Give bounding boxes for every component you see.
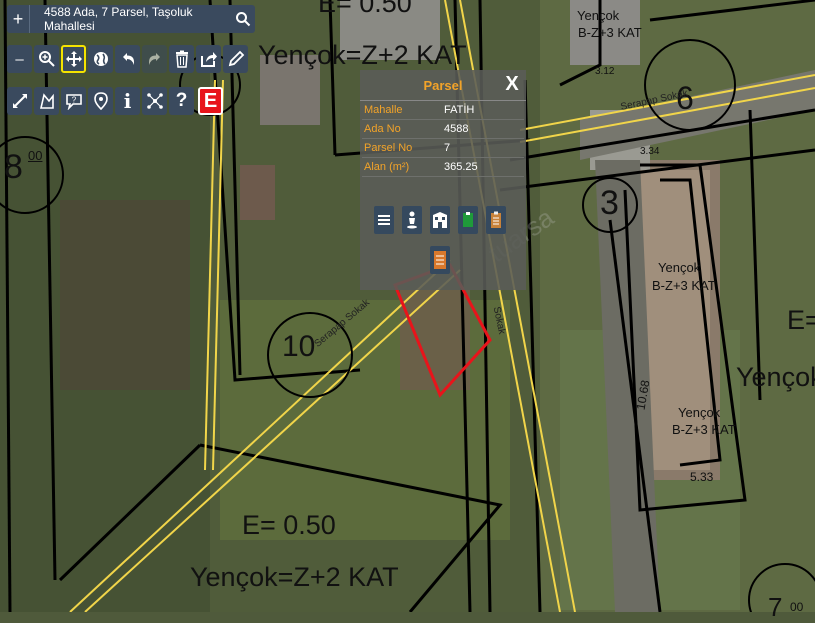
attribute-key: Parsel No	[362, 138, 442, 158]
zoning-label: Yençok	[658, 260, 701, 275]
zoning-label: B-Z+3 KAT	[652, 278, 716, 293]
clipboard-button[interactable]	[486, 206, 506, 234]
zoning-label: B-Z+3 KAT	[578, 25, 642, 40]
parcel-number: 7	[768, 592, 783, 622]
info-button[interactable]: i	[115, 87, 140, 115]
share-icon	[200, 52, 217, 67]
dimension-label: 3.34	[640, 146, 660, 157]
table-row: Alan (m²) 365.25	[362, 157, 524, 177]
draw-button[interactable]	[223, 45, 248, 73]
svg-text:?: ?	[71, 96, 76, 105]
zoning-label: E=	[787, 305, 815, 335]
table-row: Ada No 4588	[362, 119, 524, 139]
trash-icon	[175, 50, 188, 68]
undo-button[interactable]	[115, 45, 140, 73]
document-button[interactable]	[458, 206, 478, 234]
attribute-key: Alan (m²)	[362, 157, 442, 177]
attribute-value: FATİH	[442, 101, 524, 120]
network-button[interactable]	[142, 87, 167, 115]
zoning-label: Yençok	[678, 405, 721, 420]
search-icon[interactable]	[231, 5, 255, 33]
dimension-label: 5.33	[690, 470, 714, 484]
edit-mode-button[interactable]: E	[198, 87, 223, 115]
zoom-out-button[interactable]: –	[7, 45, 32, 73]
parcel-info-popup: Parsel X Mahalle FATİH Ada No 4588 Parsel …	[360, 70, 526, 290]
area-measure-icon	[39, 93, 54, 109]
parcel-number: 00	[28, 148, 43, 163]
zoom-in-button[interactable]	[34, 45, 59, 73]
zoning-label: Yençok=Z+2 KAT	[258, 40, 467, 70]
add-icon[interactable]: +	[7, 5, 30, 33]
help-button[interactable]: ?	[169, 87, 194, 115]
document-icon	[463, 212, 473, 227]
clipboard-icon	[491, 211, 501, 228]
parcel-number: 8	[4, 148, 23, 186]
pan-button[interactable]	[61, 45, 86, 73]
building-button[interactable]	[430, 206, 450, 234]
zoning-label: Yençok	[736, 362, 815, 392]
area-button[interactable]	[34, 87, 59, 115]
report-icon	[434, 251, 446, 269]
close-button[interactable]: X	[501, 72, 523, 96]
table-row: Mahalle FATİH	[362, 101, 524, 120]
popup-header: Parsel X	[360, 70, 526, 101]
globe-icon	[93, 52, 108, 66]
comment-question-icon: ?	[65, 94, 82, 110]
globe-button[interactable]	[88, 45, 113, 73]
comment-button[interactable]: ?	[61, 87, 86, 115]
share-button[interactable]	[196, 45, 221, 73]
zoning-label: E= 0.50	[242, 510, 336, 540]
parcel-number: 10	[282, 330, 316, 363]
street-view-button[interactable]	[402, 206, 422, 234]
zoom-icon	[38, 51, 55, 67]
zoning-label: Yençok=Z+2 KAT	[190, 562, 399, 592]
list-button[interactable]	[374, 206, 394, 234]
pencil-icon	[228, 50, 244, 67]
zoning-label: B-Z+3 KAT	[672, 422, 736, 437]
zoning-label: E= 0.50	[318, 0, 412, 18]
attribute-value: 365.25	[442, 157, 524, 177]
popup-title: Parsel	[423, 77, 463, 93]
building-icon	[433, 212, 447, 228]
measure-icon	[12, 94, 27, 108]
search-input[interactable]: 4588 Ada, 7 Parsel, Taşoluk Mahallesi	[30, 5, 231, 33]
attribute-value: 7	[442, 138, 524, 158]
parcel-number: 3	[600, 184, 619, 222]
parcel-attributes-table: Mahalle FATİH Ada No 4588 Parsel No 7 Alan …	[362, 101, 524, 177]
delete-button[interactable]	[169, 45, 194, 73]
undo-icon	[122, 53, 134, 65]
person-icon	[407, 211, 417, 229]
zoning-label: Yençok	[577, 8, 620, 23]
redo-icon	[148, 53, 160, 65]
move-icon	[65, 51, 82, 67]
network-icon	[146, 93, 163, 109]
report-button[interactable]	[430, 246, 450, 274]
search-bar[interactable]: + 4588 Ada, 7 Parsel, Taşoluk Mahallesi	[7, 5, 255, 33]
dimension-label: 3.12	[595, 66, 615, 77]
measure-button[interactable]	[7, 87, 32, 115]
attribute-key: Ada No	[362, 119, 442, 139]
attribute-value: 4588	[442, 119, 524, 139]
redo-button[interactable]	[142, 45, 167, 73]
table-row: Parsel No 7	[362, 138, 524, 158]
attribute-key: Mahalle	[362, 101, 442, 120]
location-pin-icon	[93, 92, 108, 110]
list-icon	[378, 215, 390, 225]
location-button[interactable]	[88, 87, 113, 115]
